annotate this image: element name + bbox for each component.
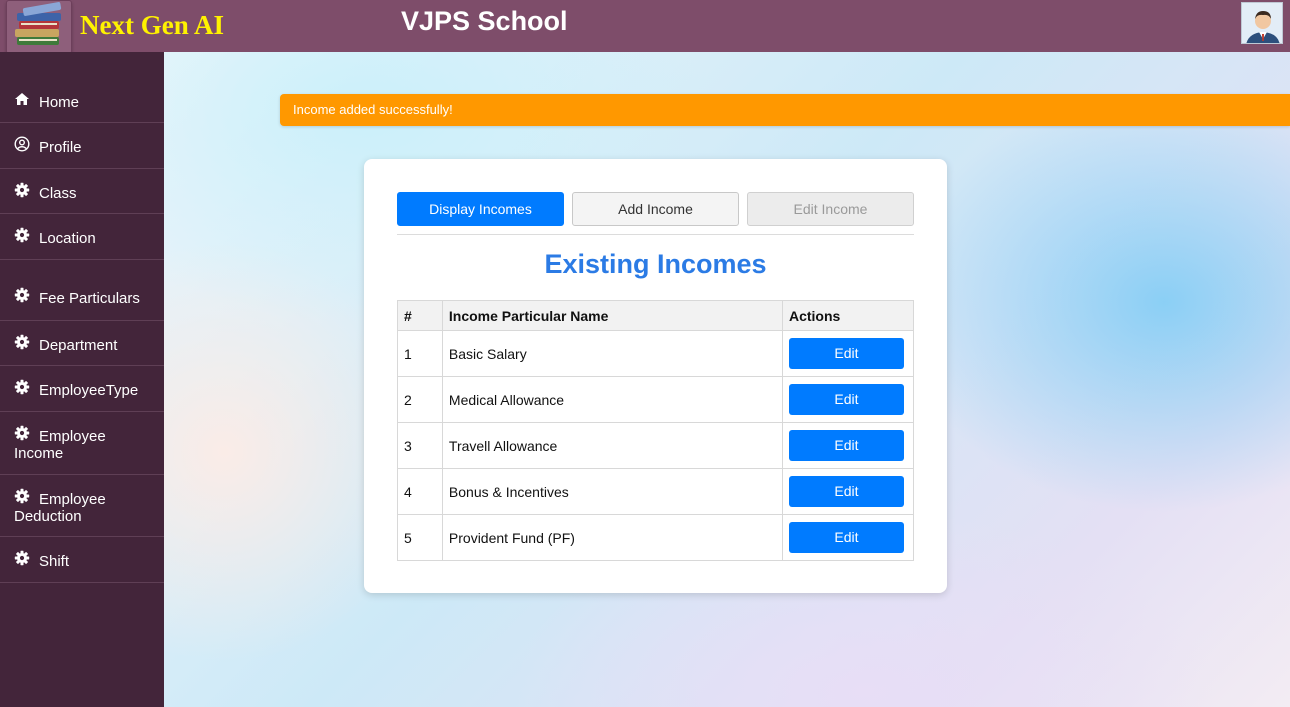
- sidebar-item-label: Home: [39, 94, 80, 111]
- sidebar-item-employeetype[interactable]: EmployeeType: [0, 366, 164, 412]
- sidebar-item-label: Employee: [39, 428, 106, 445]
- table-row: 2 Medical Allowance Edit: [397, 376, 915, 423]
- gear-icon: [14, 379, 30, 395]
- sidebar-item-label: Location: [39, 230, 96, 247]
- gear-icon: [14, 182, 30, 198]
- sidebar-item-home[interactable]: Home: [0, 78, 164, 123]
- gear-icon: [14, 550, 30, 566]
- actions-cell: Edit: [781, 376, 915, 423]
- sidebar-item-label: Department: [39, 337, 118, 354]
- brand-name: Next Gen AI: [80, 10, 224, 40]
- table-row: 3 Travell Allowance Edit: [397, 422, 915, 469]
- top-header: Next Gen AI VJPS School: [0, 0, 1290, 54]
- row-number: 5: [397, 514, 443, 561]
- sidebar-item-label-line2: Deduction: [14, 508, 82, 525]
- table-row: 5 Provident Fund (PF) Edit: [397, 514, 915, 561]
- row-number: 1: [397, 330, 443, 377]
- display-incomes-button[interactable]: Display Incomes: [397, 192, 564, 226]
- sidebar-item-label: Shift: [39, 553, 70, 570]
- sidebar-item-fee-particulars[interactable]: Fee Particulars: [0, 274, 164, 321]
- gear-icon: [14, 488, 30, 504]
- edit-button[interactable]: Edit: [788, 476, 904, 507]
- home-icon: [15, 93, 29, 105]
- table-row: 4 Bonus & Incentives Edit: [397, 468, 915, 515]
- logo[interactable]: [6, 0, 72, 54]
- user-circle-icon: [14, 136, 30, 152]
- income-name: Medical Allowance: [441, 376, 783, 423]
- gear-icon: [14, 287, 30, 303]
- column-header-actions: Actions: [781, 300, 915, 331]
- column-header-name: Income Particular Name: [441, 300, 783, 331]
- sidebar-item-profile[interactable]: Profile: [0, 123, 164, 169]
- row-number: 4: [397, 468, 443, 515]
- row-number: 3: [397, 422, 443, 469]
- incomes-table: # Income Particular Name Actions 1 Basic…: [397, 300, 915, 561]
- tab-divider: [397, 234, 914, 235]
- add-income-button[interactable]: Add Income: [572, 192, 739, 226]
- sidebar-item-shift[interactable]: Shift: [0, 537, 164, 583]
- school-name: VJPS School: [401, 6, 568, 36]
- sidebar-item-label: Fee Particulars: [39, 290, 140, 307]
- alert-message: Income added successfully!: [293, 102, 453, 117]
- page-title: Existing Incomes: [544, 249, 767, 279]
- user-avatar-icon: [1242, 3, 1282, 43]
- row-number: 2: [397, 376, 443, 423]
- edit-button[interactable]: Edit: [788, 522, 904, 553]
- user-avatar[interactable]: [1241, 2, 1283, 44]
- sidebar-item-label: EmployeeType: [39, 382, 139, 399]
- actions-cell: Edit: [781, 514, 915, 561]
- sidebar-item-department[interactable]: Department: [0, 321, 164, 366]
- sidebar-item-location[interactable]: Location: [0, 214, 164, 260]
- books-icon: [15, 2, 62, 45]
- income-name: Travell Allowance: [441, 422, 783, 469]
- sidebar-item-class[interactable]: Class: [0, 169, 164, 214]
- sidebar-item-label: Class: [39, 185, 77, 202]
- edit-income-button[interactable]: Edit Income: [747, 192, 914, 226]
- edit-button[interactable]: Edit: [788, 430, 904, 461]
- sidebar-item-label-line2: Income: [14, 445, 64, 462]
- income-name: Bonus & Incentives: [441, 468, 783, 515]
- sidebar-item-employee-income[interactable]: Employee Income: [0, 412, 164, 475]
- sidebar-item-employee-deduction[interactable]: Employee Deduction: [0, 475, 164, 537]
- actions-cell: Edit: [781, 468, 915, 515]
- sidebar-item-label: Profile: [39, 139, 82, 156]
- table-row: 1 Basic Salary Edit: [397, 330, 915, 377]
- column-header-number: #: [397, 300, 443, 331]
- actions-cell: Edit: [781, 422, 915, 469]
- success-alert: Income added successfully!: [280, 94, 1290, 126]
- gear-icon: [14, 227, 30, 243]
- gear-icon: [14, 334, 30, 350]
- edit-button[interactable]: Edit: [788, 338, 904, 369]
- sidebar-item-label: Employee: [39, 491, 106, 508]
- income-name: Basic Salary: [441, 330, 783, 377]
- gear-icon: [14, 425, 30, 441]
- actions-cell: Edit: [781, 330, 915, 377]
- edit-button[interactable]: Edit: [788, 384, 904, 415]
- table-header-row: # Income Particular Name Actions: [397, 300, 915, 331]
- income-name: Provident Fund (PF): [441, 514, 783, 561]
